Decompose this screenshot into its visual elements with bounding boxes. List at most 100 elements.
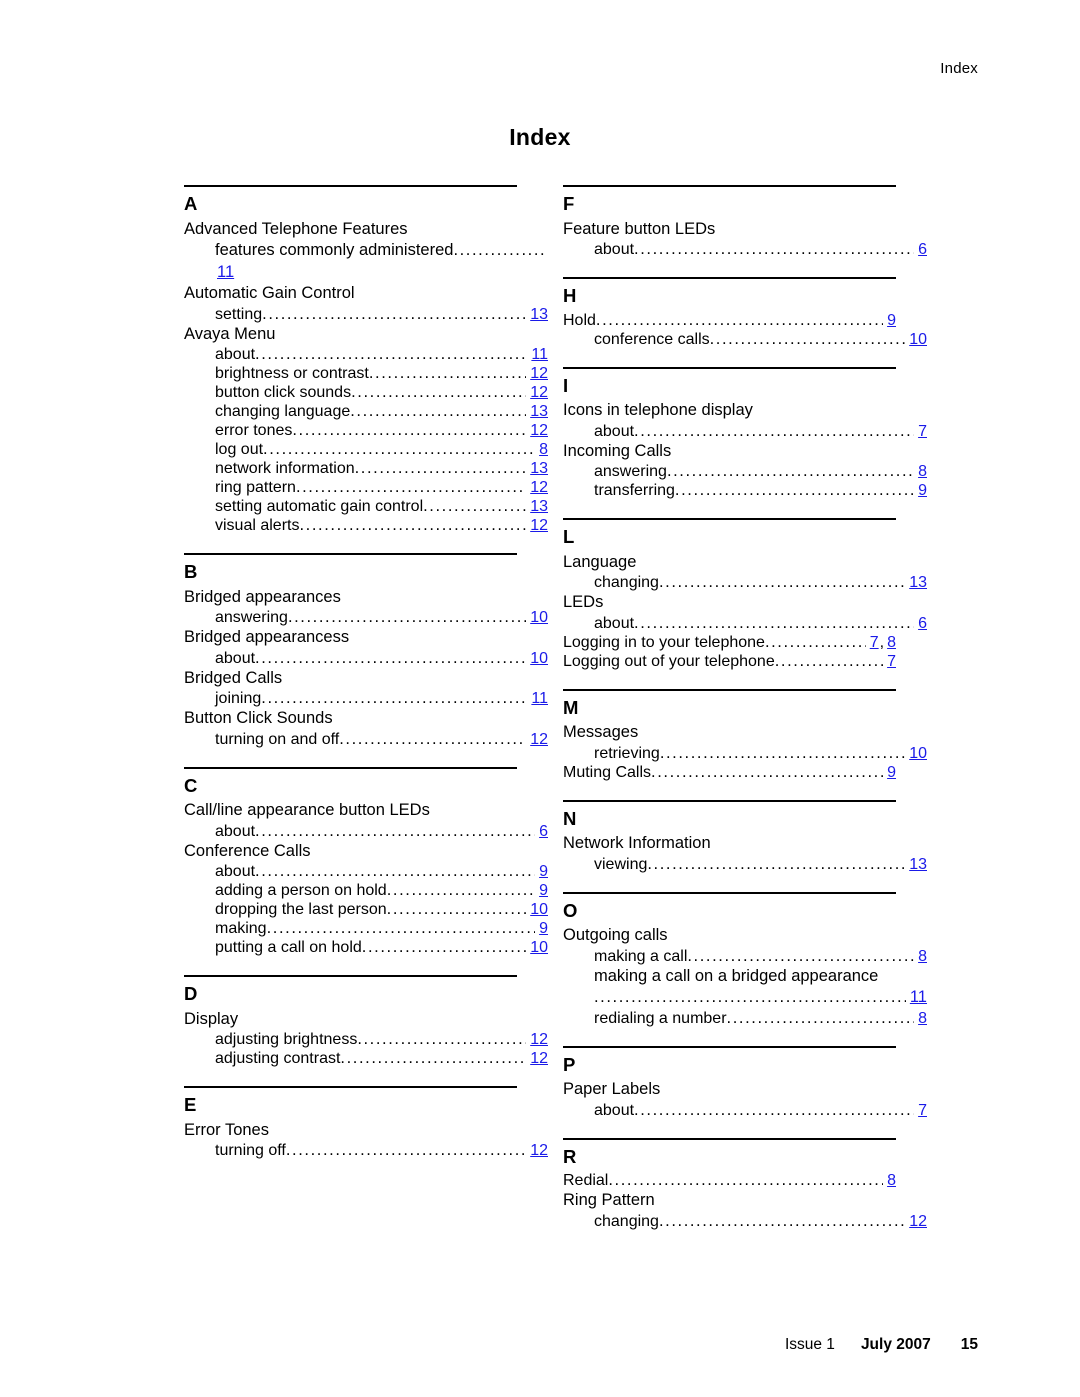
leader-dots xyxy=(687,947,914,966)
group-letter-heading: P xyxy=(563,1053,576,1075)
entry-label: button click sounds xyxy=(215,384,352,401)
leader-dots xyxy=(727,1009,915,1028)
page-reference-link[interactable]: 13 xyxy=(907,574,927,592)
entry-label: retrieving xyxy=(594,744,660,762)
page-reference-link[interactable]: 11 xyxy=(908,987,927,1009)
leader-dots xyxy=(263,440,535,459)
page-reference-link[interactable]: 8 xyxy=(916,1010,927,1028)
index-entry-sub: button click sounds 12 xyxy=(184,383,548,402)
page-reference-link[interactable]: 7 xyxy=(885,653,896,671)
page-reference-link[interactable]: 10 xyxy=(528,939,548,957)
page-reference-link[interactable]: 9 xyxy=(885,312,896,330)
page-reference-link[interactable]: 12 xyxy=(528,1050,548,1068)
index-entry-sub: network information 13 xyxy=(184,459,548,478)
page-reference-link[interactable]: 11 xyxy=(215,262,234,284)
page-reference-link[interactable]: 10 xyxy=(528,901,548,919)
page-reference-link[interactable]: 9 xyxy=(537,863,548,881)
index-entry-sub: features commonly administered xyxy=(184,240,548,262)
entry-label: log out xyxy=(215,441,264,458)
letter-group-p: P Paper Labels about 7 xyxy=(563,1045,927,1120)
entry-label: making a call xyxy=(594,947,688,965)
letter-group-a: A Advanced Telephone Features features com… xyxy=(184,185,548,535)
entry-label: conference calls xyxy=(594,330,710,348)
page-reference-link[interactable]: 13 xyxy=(907,856,927,874)
page-reference-link[interactable]: 9 xyxy=(916,482,927,500)
index-entry-sub-continuation: 11 xyxy=(184,262,548,284)
leader-dots xyxy=(255,345,527,364)
page-reference-link[interactable]: 9 xyxy=(537,920,548,938)
leader-dots xyxy=(594,987,906,1009)
entry-label: Hold xyxy=(563,311,596,329)
page-reference-link[interactable]: 13 xyxy=(528,306,548,324)
page-reference-link[interactable]: 6 xyxy=(916,241,927,259)
page-reference-link[interactable]: 6 xyxy=(537,823,548,841)
group-letter-heading: C xyxy=(184,774,198,796)
page-reference-link[interactable]: 13 xyxy=(528,460,548,478)
page-reference-link[interactable]: 12 xyxy=(907,1213,927,1231)
page-reference-link[interactable]: 13 xyxy=(528,403,548,421)
page-reference-link[interactable]: 7 xyxy=(916,423,927,441)
index-entry-sub: brightness or contrast 12 xyxy=(184,364,548,383)
leader-dots xyxy=(288,608,526,627)
entry-label: network information xyxy=(215,460,355,477)
entry-label: making a call on a bridged appearance xyxy=(594,966,879,985)
page-reference-link[interactable]: 12 xyxy=(528,517,548,535)
footer-issue: Issue 1 xyxy=(784,1336,835,1353)
entry-label: transferring xyxy=(594,482,675,499)
page-reference-link[interactable]: 8 xyxy=(885,1172,896,1190)
page-reference-link[interactable]: 12 xyxy=(528,1031,548,1049)
running-header: Index xyxy=(940,60,978,77)
page-reference-link[interactable]: 8 xyxy=(916,463,927,481)
index-entry-main: Logging in to your telephone7 , 8 xyxy=(563,633,896,652)
entry-label: making xyxy=(215,920,267,937)
leader-dots xyxy=(255,822,535,841)
leader-dots xyxy=(710,330,906,349)
page-reference-link[interactable]: 10 xyxy=(528,609,548,627)
page-reference-link[interactable]: 10 xyxy=(528,650,548,668)
group-letter-heading: N xyxy=(563,807,577,829)
page-reference-link[interactable]: 12 xyxy=(528,384,548,402)
page-reference-link[interactable]: 12 xyxy=(528,731,548,749)
page-title: Index xyxy=(509,124,571,150)
page-reference-link[interactable]: 8 xyxy=(537,441,548,459)
index-entry-sub: about 9 xyxy=(184,862,548,881)
leader-dots xyxy=(261,689,527,708)
leader-dots xyxy=(453,240,546,262)
entry-label: answering xyxy=(594,463,667,480)
index-entry-sub: transferring 9 xyxy=(563,481,927,500)
leader-dots xyxy=(369,364,526,383)
page-reference-link[interactable]: 12 xyxy=(528,1142,548,1160)
leader-dots xyxy=(659,573,905,592)
group-letter-heading: L xyxy=(563,526,575,547)
entry-label: Redial xyxy=(563,1172,609,1189)
page-reference-link[interactable]: 12 xyxy=(528,479,548,497)
index-entry-main: Bridged appearancess xyxy=(184,628,350,646)
index-entry-sub: adding a person on hold 9 xyxy=(184,881,548,900)
entry-label: about xyxy=(215,346,256,363)
page-reference-link[interactable]: 12 xyxy=(528,365,548,383)
index-entry-sub: changing language 13 xyxy=(184,402,548,421)
page-reference-link[interactable]: 8 xyxy=(916,948,927,966)
page-reference-link[interactable]: 13 xyxy=(528,498,548,516)
entry-label: setting xyxy=(215,305,263,323)
page-reference-link[interactable]: 12 xyxy=(528,422,548,440)
page-reference-link[interactable]: 11 xyxy=(529,690,548,708)
index-entry-main: Feature button LEDs xyxy=(563,219,716,238)
page-reference-link[interactable]: 11 xyxy=(529,346,548,364)
page-reference-link[interactable]: 9 xyxy=(885,764,896,782)
page-reference-link[interactable]: 6 xyxy=(916,615,927,633)
group-letter-heading: E xyxy=(184,1094,197,1115)
page-reference-link[interactable]: 7 xyxy=(868,634,879,652)
page-reference-link[interactable]: 10 xyxy=(907,331,927,349)
leader-dots xyxy=(351,383,526,402)
index-entry-sub: answering 10 xyxy=(184,608,548,627)
index-body: A Advanced Telephone Features features com… xyxy=(184,185,927,1231)
page-reference-link[interactable]: 9 xyxy=(537,882,548,900)
index-entry-sub: turning on and off 12 xyxy=(184,730,548,749)
entry-label: brightness or contrast xyxy=(215,365,369,382)
page-reference-link[interactable]: 10 xyxy=(907,745,927,763)
page-reference-link[interactable]: 7 xyxy=(916,1102,927,1120)
entry-label: about xyxy=(594,614,635,632)
page-reference-link[interactable]: 8 xyxy=(885,634,896,652)
leader-dots xyxy=(608,1171,883,1190)
